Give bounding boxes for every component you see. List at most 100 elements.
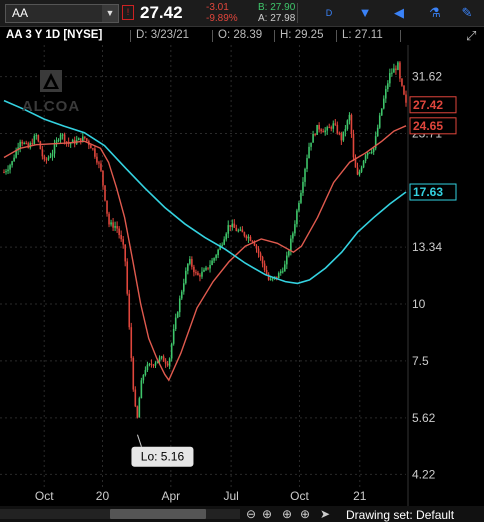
scrollbar-thumb[interactable] <box>110 509 206 519</box>
candle-body <box>187 263 189 271</box>
date-value: D: 3/23/21 <box>136 29 190 41</box>
candle-body <box>344 129 347 132</box>
candle-body <box>140 380 143 399</box>
candle-body <box>120 234 122 240</box>
candle-body <box>49 156 52 158</box>
candle-body <box>185 270 187 284</box>
candle-body <box>283 264 286 272</box>
candle-body <box>182 283 185 292</box>
draw-icon[interactable]: ⤢ <box>466 28 476 44</box>
cursor-icon[interactable]: ➤ <box>320 507 330 521</box>
candle-body <box>304 168 306 182</box>
candle-body <box>96 156 98 163</box>
candle-body <box>144 370 147 376</box>
candle-body <box>290 238 292 252</box>
candle-body <box>277 273 280 279</box>
candle-body <box>330 127 333 129</box>
candle-body <box>37 135 40 142</box>
candle-body <box>237 230 240 232</box>
candle-body <box>205 267 207 270</box>
high-value: H: 29.25 <box>280 29 324 41</box>
candle-body <box>298 202 300 211</box>
candle-body <box>114 226 116 228</box>
x-tick-label: Oct <box>290 489 309 503</box>
candle-body <box>122 239 124 245</box>
candle-body <box>57 139 60 141</box>
x-tick-label: Oct <box>35 489 54 503</box>
candle-body <box>320 129 322 132</box>
candle-body <box>364 155 367 161</box>
alcoa-logo: ALCOA <box>16 70 86 121</box>
candle-body <box>31 143 34 145</box>
announcement-icon[interactable]: ◀ <box>390 4 408 22</box>
candle-body <box>154 363 157 366</box>
chart-type-icon[interactable]: ▼ <box>356 4 374 22</box>
candle-body <box>148 363 151 365</box>
candle-body <box>178 298 181 313</box>
candle-body <box>116 226 118 229</box>
candle-body <box>5 171 7 173</box>
candle-body <box>326 127 329 131</box>
candle-body <box>53 144 56 154</box>
candle-body <box>191 259 193 267</box>
candle-body <box>247 236 250 239</box>
symbol-input[interactable]: AA ▼ <box>5 4 119 23</box>
candle-body <box>312 134 314 143</box>
zoom-in-icon[interactable]: ⊕ <box>300 507 310 521</box>
drawing-tools-icon[interactable]: ✎ <box>458 4 476 22</box>
candle-body <box>11 161 13 166</box>
candle-body <box>134 389 137 407</box>
candle-body <box>376 127 379 137</box>
last-price: 27.42 <box>140 3 183 22</box>
flask-icon[interactable]: ⚗ <box>426 4 444 22</box>
candle-body <box>168 358 171 366</box>
pan-icon[interactable]: ⊕ <box>262 507 272 521</box>
alert-icon[interactable]: ! <box>122 5 134 20</box>
candle-body <box>174 317 177 329</box>
candle-body <box>318 124 320 130</box>
candle-body <box>150 363 153 365</box>
x-tick-label: 21 <box>353 489 367 503</box>
candle-body <box>255 245 258 249</box>
candle-body <box>389 73 391 84</box>
candle-body <box>136 406 139 418</box>
candle-body <box>160 356 163 358</box>
candle-body <box>366 152 369 156</box>
candle-body <box>281 271 284 273</box>
candle-body <box>314 134 316 136</box>
candle-body <box>279 271 282 274</box>
candle-body <box>180 291 183 299</box>
y-tick-label: 5.62 <box>412 411 436 425</box>
candle-body <box>132 358 135 390</box>
candle-body <box>294 224 296 234</box>
candle-body <box>201 271 203 277</box>
x-tick-label: Apr <box>161 489 180 503</box>
candle-body <box>189 259 191 264</box>
candle-body <box>59 134 62 140</box>
candle-body <box>342 131 345 141</box>
candle-body <box>142 375 145 381</box>
zoom-out-icon[interactable]: ⊖ <box>246 507 256 521</box>
candle-body <box>43 156 46 160</box>
candle-body <box>225 233 228 240</box>
chevron-down-icon[interactable]: ▼ <box>102 5 118 22</box>
candle-body <box>104 185 106 201</box>
candle-body <box>118 228 120 235</box>
candle-body <box>124 244 127 262</box>
candle-body <box>399 62 401 79</box>
candle-body <box>45 159 48 161</box>
candle-body <box>209 265 211 269</box>
candle-body <box>102 170 104 186</box>
candle-body <box>35 135 38 137</box>
candle-body <box>98 162 100 164</box>
candle-body <box>292 233 294 239</box>
aggregation-d-button[interactable]: D <box>320 4 338 22</box>
net-change: -3.01 <box>206 2 229 13</box>
candle-body <box>51 153 54 157</box>
candle-body <box>211 260 213 266</box>
candle-body <box>166 363 169 366</box>
drawing-set-label[interactable]: Drawing set: Default <box>346 508 454 522</box>
y-tick-label: 10 <box>412 297 426 311</box>
zoom-icon[interactable]: ⊕ <box>282 507 292 521</box>
candle-body <box>63 134 66 142</box>
